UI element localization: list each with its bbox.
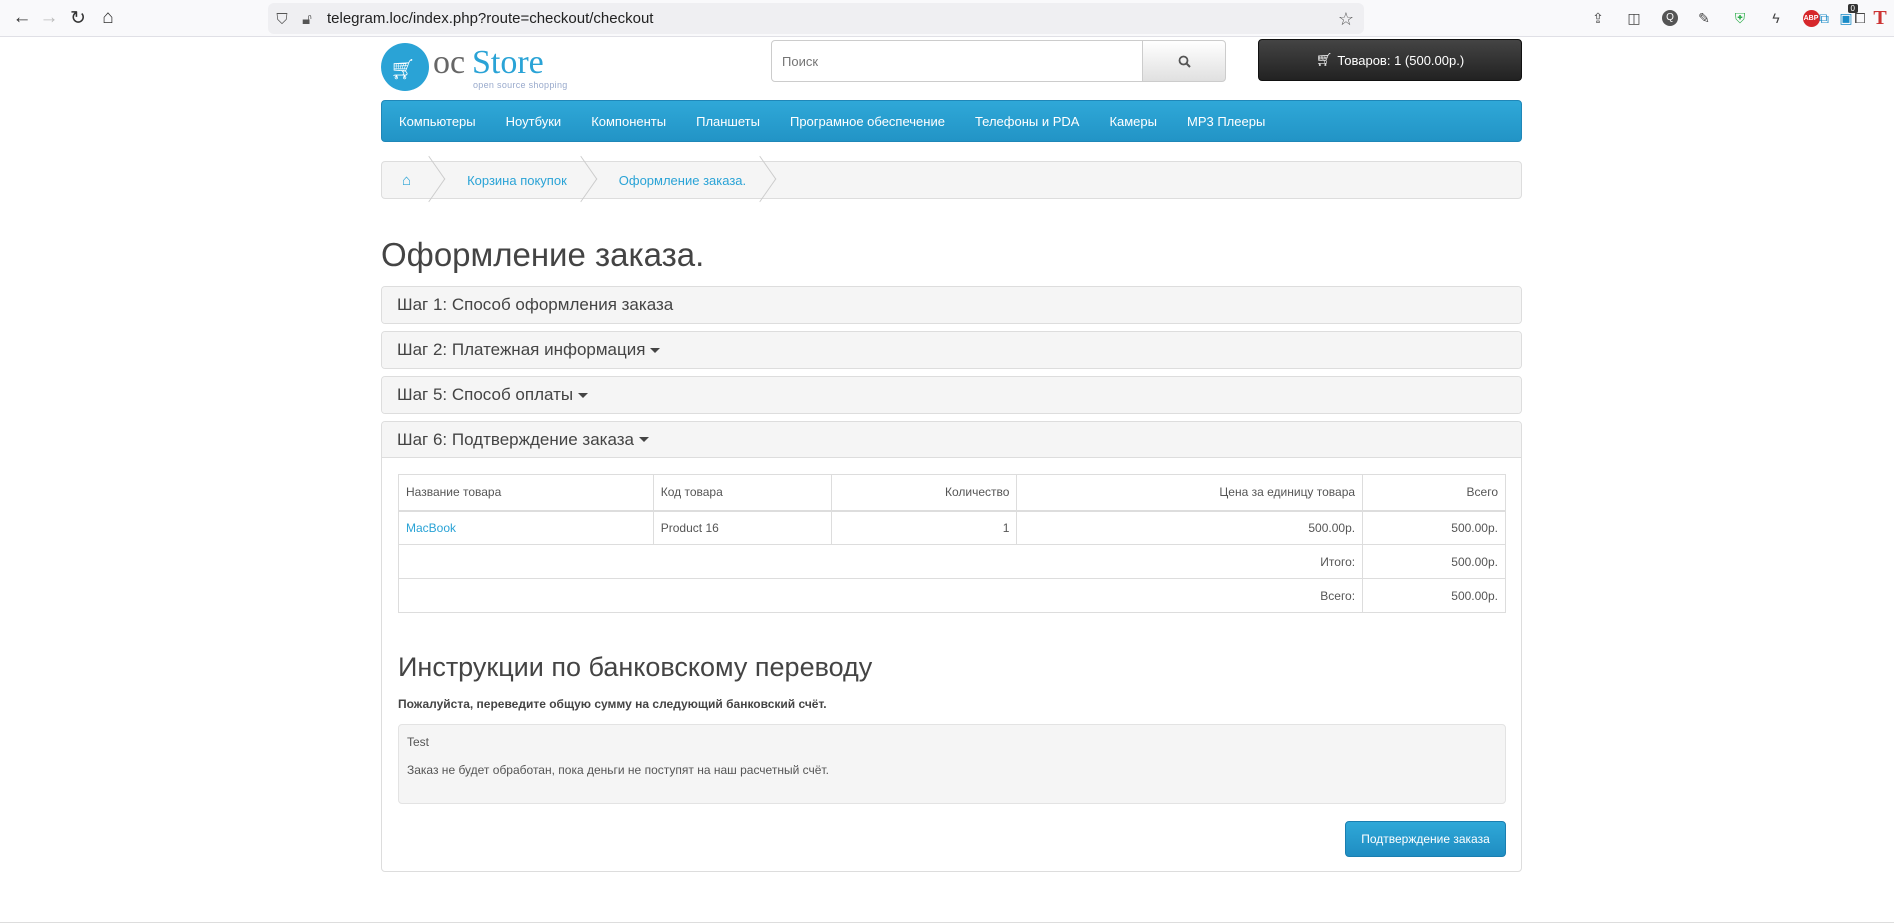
menu-item-laptops[interactable]: Ноутбуки (506, 114, 562, 129)
reload-icon[interactable]: ↻ (65, 5, 91, 31)
product-total: 500.00р. (1362, 510, 1506, 545)
menu-item-software[interactable]: Програмное обеспечение (790, 114, 945, 129)
cart-button[interactable]: 🛒︎ Товаров: 1 (500.00р.) (1258, 39, 1522, 81)
panel-step2-heading[interactable]: Шаг 2: Платежная информация (382, 332, 1521, 368)
url-text[interactable]: telegram.loc/index.php?route=checkout/ch… (327, 10, 653, 27)
breadcrumb-checkout[interactable]: Оформление заказа. (589, 162, 768, 198)
col-header-model: Код товара (652, 474, 832, 512)
subtotal-label: Итого: (397, 544, 1364, 579)
bank-details-box: Test Заказ не будет обработан, пока день… (398, 724, 1506, 804)
shield-outline-icon[interactable]: ⛉ (272, 9, 292, 29)
browser-toolbar: ← → ↻ ⌂ ⛉ 🔓︎ telegram.loc/index.php?rout… (0, 0, 1894, 37)
bolt-icon[interactable]: ϟ (1762, 4, 1790, 32)
bank-instructions-title: Инструкции по банковскому переводу (398, 652, 873, 682)
eyedropper-icon[interactable]: ✎ (1690, 4, 1718, 32)
breadcrumb-checkout-label: Оформление заказа. (618, 172, 747, 188)
downloads-icon[interactable]: ⇪ (1584, 4, 1612, 32)
step6-title: Шаг 6: Подтверждение заказа (397, 429, 634, 449)
main-menu: Компьютеры Ноутбуки Компоненты Планшеты … (381, 100, 1522, 142)
total-row: Всего: 500.00р. (397, 578, 1506, 613)
table-row: MacBook Product 16 1 500.00р. 500.00р. (398, 510, 1506, 545)
panel-step2: Шаг 2: Платежная информация (381, 331, 1522, 369)
subtotal-value: 500.00р. (1362, 544, 1506, 579)
panel-step5-heading[interactable]: Шаг 5: Способ оплаты (382, 377, 1521, 413)
translate-icon[interactable]: ⧉ (1810, 4, 1838, 32)
bank-note-text: Заказ не будет обработан, пока деньги не… (407, 763, 829, 777)
subtotal-row: Итого: 500.00р. (397, 544, 1506, 579)
logo-oc: oc (433, 44, 466, 81)
logo-store: Store (472, 44, 544, 81)
caret-down-icon (578, 392, 589, 398)
col-header-name: Название товара (398, 474, 654, 512)
panel-step1: Шаг 1: Способ оформления заказа (381, 286, 1522, 324)
breadcrumb-home[interactable]: ⌂ (382, 162, 437, 198)
search-button[interactable] (1142, 40, 1226, 82)
product-qty: 1 (830, 510, 1018, 545)
step2-title: Шаг 2: Платежная информация (397, 340, 646, 359)
page-bottom-divider (0, 922, 1894, 923)
address-bar[interactable]: ⛉ 🔓︎ telegram.loc/index.php?route=checko… (268, 3, 1364, 34)
shopping-cart-icon: 🛒︎ (1315, 52, 1333, 67)
breadcrumb: ⌂ Корзина покупок Оформление заказа. (381, 161, 1522, 199)
product-price: 500.00р. (1016, 510, 1364, 545)
menu-item-components[interactable]: Компоненты (591, 114, 666, 129)
confirm-order-button[interactable]: Подтверждение заказа (1345, 821, 1506, 857)
col-header-qty: Количество (830, 474, 1018, 512)
step5-title: Шаг 5: Способ оплаты (397, 385, 574, 404)
bookmark-star-icon[interactable]: ☆ (1336, 9, 1356, 29)
cart-label: Товаров: 1 (500.00р.) (1337, 52, 1465, 68)
panel-step1-heading[interactable]: Шаг 1: Способ оформления заказа (382, 287, 1521, 323)
home-icon: ⌂ (402, 171, 412, 189)
order-table: Название товара Код товара Количество Це… (397, 474, 1506, 613)
total-label: Всего: (397, 578, 1364, 613)
menu-item-phones[interactable]: Телефоны и PDA (975, 114, 1080, 129)
menu-item-tablets[interactable]: Планшеты (696, 114, 760, 129)
bank-instructions-subtitle: Пожалуйста, переведите общую сумму на сл… (398, 697, 827, 711)
product-link[interactable]: MacBook (398, 510, 654, 545)
forward-icon[interactable]: → (36, 5, 62, 31)
caret-down-icon (639, 437, 649, 442)
panel-step6: Шаг 6: Подтверждение заказа Название тов… (381, 421, 1522, 872)
caret-down-icon (650, 347, 661, 353)
home-icon[interactable]: ⌂ (95, 5, 121, 31)
breadcrumb-cart-label: Корзина покупок (467, 172, 567, 188)
menu-item-cameras[interactable]: Камеры (1109, 114, 1157, 129)
page-title: Оформление заказа. (381, 236, 705, 273)
breadcrumb-cart[interactable]: Корзина покупок (437, 162, 589, 198)
panel-step6-heading[interactable]: Шаг 6: Подтверждение заказа (382, 422, 1521, 458)
shield-check-icon[interactable]: ⛨ (1726, 4, 1754, 32)
pocket-icon[interactable]: ◫ (1620, 4, 1648, 32)
total-value: 500.00р. (1362, 578, 1506, 613)
search-icon (1178, 55, 1191, 68)
q-icon[interactable]: Q (1656, 4, 1684, 32)
insecure-lock-icon[interactable]: 🔓︎ (297, 9, 317, 29)
step1-title: Шаг 1: Способ оформления заказа (397, 295, 674, 314)
table-header-row: Название товара Код товара Количество Це… (398, 474, 1506, 512)
product-model: Product 16 (652, 510, 832, 545)
extensions-icon[interactable]: ⧠ (1846, 4, 1874, 32)
panel-step5: Шаг 5: Способ оплаты (381, 376, 1522, 414)
logo-tagline: open source shopping (473, 80, 568, 90)
back-icon[interactable]: ← (9, 5, 35, 31)
menu-item-computers[interactable]: Компьютеры (399, 114, 476, 129)
search-input[interactable] (771, 40, 1143, 82)
menu-item-mp3[interactable]: MP3 Плееры (1187, 114, 1265, 129)
cart-logo-icon: 🛒︎ (390, 59, 416, 81)
col-header-price: Цена за единицу товара (1016, 474, 1364, 512)
bank-account-text: Test (407, 735, 430, 749)
col-header-total: Всего (1362, 474, 1506, 512)
logo[interactable]: 🛒︎ oc Store open source shopping (381, 40, 581, 92)
